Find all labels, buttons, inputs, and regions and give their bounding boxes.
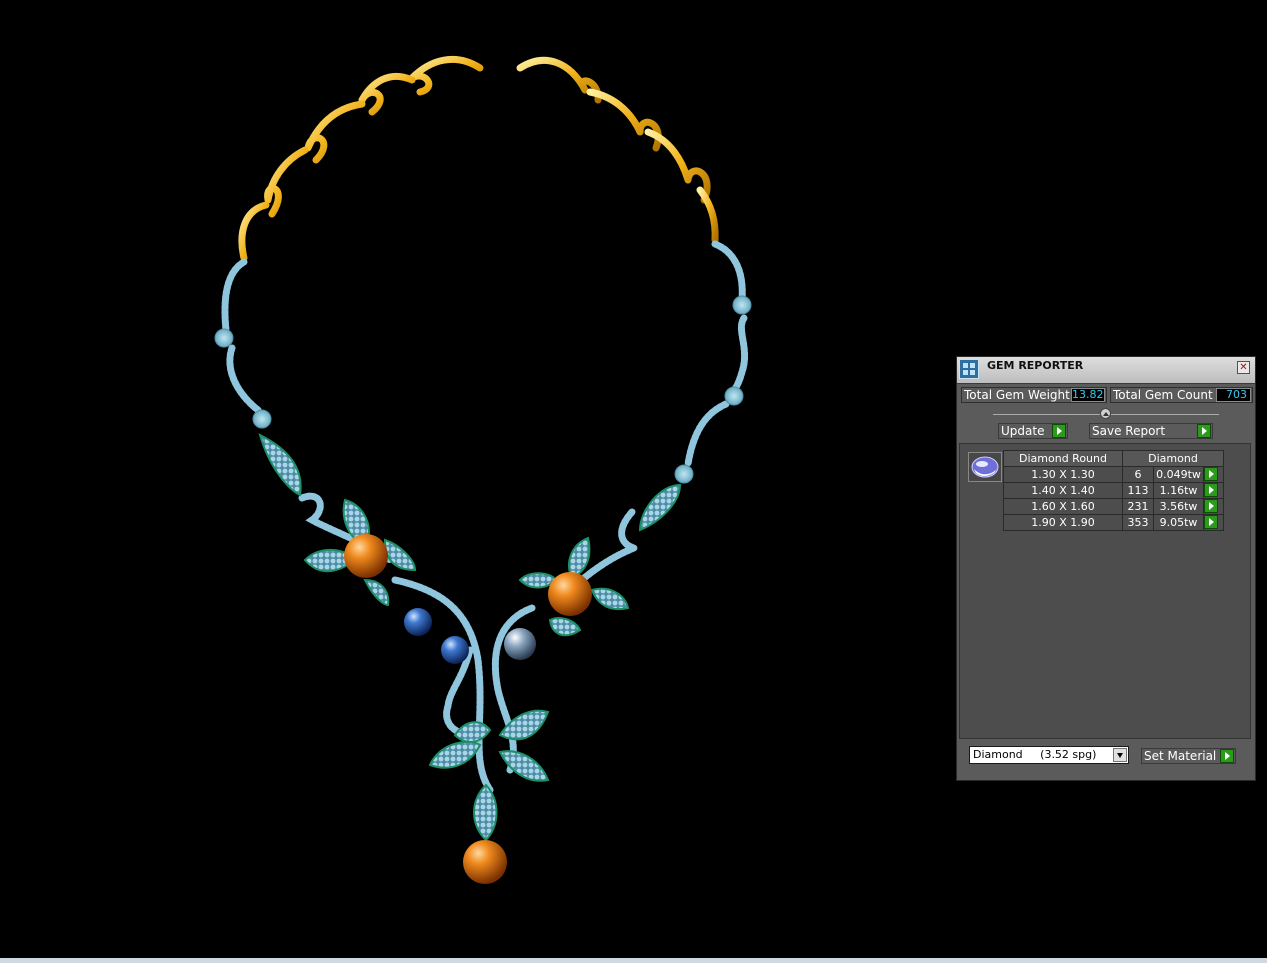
set-material-button-label: Set Material xyxy=(1144,749,1217,763)
table-header-row: Diamond Round Diamond xyxy=(1003,450,1224,467)
header-gem-type: Diamond Round xyxy=(1003,450,1123,467)
gem-count: 6 xyxy=(1121,466,1155,483)
gem-size: 1.30 X 1.30 xyxy=(1003,466,1123,483)
gem-list-area: Diamond Round Diamond 1.30 X 1.30 6 0.04… xyxy=(959,443,1251,739)
row-go-icon[interactable] xyxy=(1203,483,1218,497)
gem-size: 1.60 X 1.60 xyxy=(1003,498,1123,515)
gem-size: 1.90 X 1.90 xyxy=(1003,514,1123,531)
table-row[interactable]: 1.40 X 1.40 113 1.16tw xyxy=(1003,482,1225,499)
save-report-button[interactable]: Save Report xyxy=(1089,423,1213,439)
table-row[interactable]: 1.60 X 1.60 231 3.56tw xyxy=(1003,498,1225,515)
pave-chain xyxy=(221,240,749,794)
gem-size: 1.40 X 1.40 xyxy=(1003,482,1123,499)
table-row[interactable]: 1.90 X 1.90 353 9.05tw xyxy=(1003,514,1225,531)
row-go-cell xyxy=(1202,514,1225,531)
pave-beads xyxy=(214,295,752,484)
gem-weight: 0.049tw xyxy=(1153,466,1204,483)
gem-weight: 1.16tw xyxy=(1153,482,1204,499)
gold-chain xyxy=(238,55,719,262)
total-weight-label: Total Gem Weight xyxy=(964,388,1070,402)
row-go-cell xyxy=(1202,498,1225,515)
gem-reporter-panel: GEM REPORTER ✕ Total Gem Weight 13.82 To… xyxy=(956,356,1256,781)
material-selected-value: Diamond (3.52 spg) xyxy=(973,748,1097,761)
row-go-cell xyxy=(1202,466,1225,483)
gem-count: 231 xyxy=(1121,498,1155,515)
gem-reporter-icon xyxy=(959,359,979,379)
update-go-icon[interactable] xyxy=(1052,424,1066,438)
panel-title: GEM REPORTER xyxy=(987,359,1084,372)
close-icon[interactable]: ✕ xyxy=(1237,361,1250,374)
gem-count: 353 xyxy=(1121,514,1155,531)
header-material: Diamond xyxy=(1122,450,1224,467)
chevron-down-icon[interactable] xyxy=(1113,748,1127,762)
viewport-bottom-border xyxy=(0,958,1267,963)
gem-weight: 3.56tw xyxy=(1153,498,1204,515)
update-button-label: Update xyxy=(1001,424,1045,438)
gem-count: 113 xyxy=(1121,482,1155,499)
table-row[interactable]: 1.30 X 1.30 6 0.049tw xyxy=(1003,466,1225,483)
total-count-label: Total Gem Count xyxy=(1113,388,1213,402)
row-go-cell xyxy=(1202,482,1225,499)
diamond-round-icon[interactable] xyxy=(968,452,1002,482)
total-weight-value: 13.82 xyxy=(1071,388,1105,402)
save-report-button-label: Save Report xyxy=(1092,424,1166,438)
row-go-icon[interactable] xyxy=(1203,515,1218,529)
panel-titlebar[interactable]: GEM REPORTER ✕ xyxy=(957,357,1255,384)
gem-table: Diamond Round Diamond 1.30 X 1.30 6 0.04… xyxy=(1003,450,1225,531)
splitter-knob[interactable] xyxy=(1100,408,1111,419)
gem-weight: 9.05tw xyxy=(1153,514,1204,531)
material-select[interactable]: Diamond (3.52 spg) xyxy=(969,746,1129,764)
row-go-icon[interactable] xyxy=(1203,467,1218,481)
set-material-go-icon[interactable] xyxy=(1220,749,1234,763)
total-count-value: 703 xyxy=(1216,388,1251,402)
save-report-go-icon[interactable] xyxy=(1197,424,1211,438)
row-go-icon[interactable] xyxy=(1203,499,1218,513)
